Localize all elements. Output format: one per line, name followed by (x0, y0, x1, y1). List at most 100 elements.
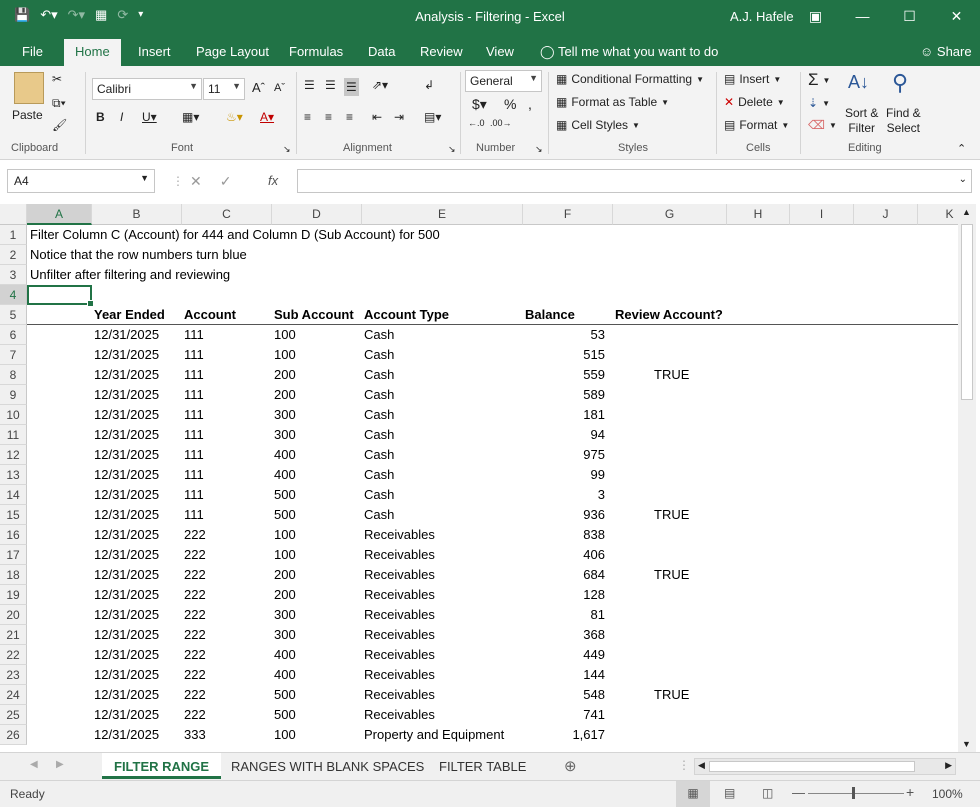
row-header[interactable]: 15 (0, 505, 27, 525)
cell-balance[interactable]: 368 (523, 625, 605, 645)
header-account-type[interactable]: Account Type (364, 305, 449, 325)
row-header[interactable]: 14 (0, 485, 27, 505)
cell-review[interactable]: TRUE (654, 365, 689, 385)
column-header[interactable]: J (854, 204, 918, 225)
fill-icon[interactable]: ⇣ ▼ (808, 96, 830, 110)
row-header[interactable]: 13 (0, 465, 27, 485)
cell-sub-account[interactable]: 200 (274, 365, 296, 385)
column-header[interactable]: F (523, 204, 613, 225)
cell-sub-account[interactable]: 300 (274, 405, 296, 425)
cell-account[interactable]: 222 (184, 625, 206, 645)
row-header[interactable]: 25 (0, 705, 27, 725)
align-center-icon[interactable]: ≡ (325, 110, 332, 124)
paste-icon[interactable] (14, 72, 44, 104)
autosum-icon[interactable]: Σ ▼ (808, 70, 830, 90)
cell-account[interactable]: 222 (184, 525, 206, 545)
cell-account-type[interactable]: Receivables (364, 585, 435, 605)
cell-balance[interactable]: 684 (523, 565, 605, 585)
copy-icon[interactable]: ⧉▾ (52, 96, 66, 111)
header-year-ended[interactable]: Year Ended (94, 305, 165, 325)
scroll-down-icon[interactable]: ▼ (962, 739, 971, 749)
row-header[interactable]: 1 (0, 225, 27, 245)
dialog-launcher-icon[interactable]: ↘ (283, 144, 291, 155)
name-box[interactable]: A4 ▼ (7, 169, 155, 193)
row-header[interactable]: 23 (0, 665, 27, 685)
row-header[interactable]: 5 (0, 305, 27, 325)
row-header[interactable]: 9 (0, 385, 27, 405)
cell-account-type[interactable]: Receivables (364, 525, 435, 545)
cell-account[interactable]: 111 (184, 465, 204, 485)
cell-account-type[interactable]: Cash (364, 505, 394, 525)
enter-icon[interactable]: ✓ (220, 173, 232, 190)
cell-account-type[interactable]: Cash (364, 365, 394, 385)
dialog-launcher-icon[interactable]: ↘ (448, 144, 456, 155)
cell-balance[interactable]: 99 (523, 465, 605, 485)
bold-icon[interactable]: B (96, 110, 105, 124)
active-cell[interactable] (27, 285, 94, 307)
row-header[interactable]: 6 (0, 325, 27, 345)
dialog-launcher-icon[interactable]: ↘ (535, 144, 543, 155)
cell-account-type[interactable]: Receivables (364, 645, 435, 665)
cell-year-ended[interactable]: 12/31/2025 (94, 705, 159, 725)
maximize-icon[interactable]: ☐ (886, 0, 933, 32)
cell-balance[interactable]: 936 (523, 505, 605, 525)
cell-account-type[interactable]: Receivables (364, 685, 435, 705)
merge-center-icon[interactable]: ▤▾ (424, 110, 441, 124)
row-header[interactable]: 4 (0, 285, 27, 305)
cell-sub-account[interactable]: 400 (274, 465, 296, 485)
row-header[interactable]: 24 (0, 685, 27, 705)
normal-view-icon[interactable]: ▦ (676, 781, 710, 807)
next-sheet-icon[interactable]: ▶ (56, 759, 64, 770)
column-header[interactable]: D (272, 204, 362, 225)
cell-year-ended[interactable]: 12/31/2025 (94, 545, 159, 565)
cell-balance[interactable]: 975 (523, 445, 605, 465)
cell-account[interactable]: 222 (184, 685, 206, 705)
cell-account-type[interactable]: Cash (364, 485, 394, 505)
conditional-formatting-button[interactable]: ▦ Conditional Formatting ▼ (556, 72, 704, 86)
cell-sub-account[interactable]: 300 (274, 625, 296, 645)
cell-account-type[interactable]: Cash (364, 345, 394, 365)
cell-balance[interactable]: 144 (523, 665, 605, 685)
cell-sub-account[interactable]: 200 (274, 385, 296, 405)
sheet-tab-filter-range[interactable]: FILTER RANGE (102, 753, 222, 779)
cell-account[interactable]: 111 (184, 505, 204, 525)
format-painter-icon[interactable]: 🖌 (52, 118, 67, 132)
cell-balance[interactable]: 559 (523, 365, 605, 385)
cut-icon[interactable]: ✂ (52, 72, 62, 86)
row-header[interactable]: 26 (0, 725, 27, 745)
cell-account-type[interactable]: Cash (364, 385, 394, 405)
fill-color-icon[interactable]: ♨▾ (226, 110, 243, 124)
cell-account-type[interactable]: Receivables (364, 545, 435, 565)
scroll-left-icon[interactable]: ◀ (698, 760, 705, 771)
cell-account[interactable]: 111 (184, 365, 204, 385)
tab-data[interactable]: Data (368, 44, 395, 59)
close-icon[interactable]: ✕ (933, 0, 980, 32)
row-header[interactable]: 2 (0, 245, 27, 265)
insert-cells-button[interactable]: ▤ Insert ▼ (724, 72, 781, 86)
cell-account[interactable]: 111 (184, 405, 204, 425)
orientation-icon[interactable]: ⇗▾ (372, 78, 388, 92)
cell-account[interactable]: 222 (184, 705, 206, 725)
vertical-scrollbar[interactable]: ▲ ▼ (958, 204, 976, 752)
sheet-tab-ranges-blank[interactable]: RANGES WITH BLANK SPACES (219, 753, 436, 779)
cell-review[interactable]: TRUE (654, 565, 689, 585)
tab-view[interactable]: View (486, 44, 514, 59)
formula-input[interactable]: ⌄ (297, 169, 972, 193)
zoom-in-icon[interactable]: + (906, 784, 914, 800)
cell-year-ended[interactable]: 12/31/2025 (94, 445, 159, 465)
row-header[interactable]: 19 (0, 585, 27, 605)
row-header[interactable]: 16 (0, 525, 27, 545)
cell-year-ended[interactable]: 12/31/2025 (94, 625, 159, 645)
row-header[interactable]: 12 (0, 445, 27, 465)
scroll-right-icon[interactable]: ▶ (945, 760, 952, 771)
instruction-note[interactable]: Notice that the row numbers turn blue (30, 245, 247, 265)
cell-year-ended[interactable]: 12/31/2025 (94, 725, 159, 745)
cell-year-ended[interactable]: 12/31/2025 (94, 345, 159, 365)
cell-account[interactable]: 111 (184, 445, 204, 465)
cell-year-ended[interactable]: 12/31/2025 (94, 465, 159, 485)
column-header[interactable]: E (362, 204, 523, 225)
cell-year-ended[interactable]: 12/31/2025 (94, 325, 159, 345)
cell-year-ended[interactable]: 12/31/2025 (94, 365, 159, 385)
cell-year-ended[interactable]: 12/31/2025 (94, 425, 159, 445)
horizontal-scrollbar[interactable]: ◀ ▶ (694, 758, 956, 775)
